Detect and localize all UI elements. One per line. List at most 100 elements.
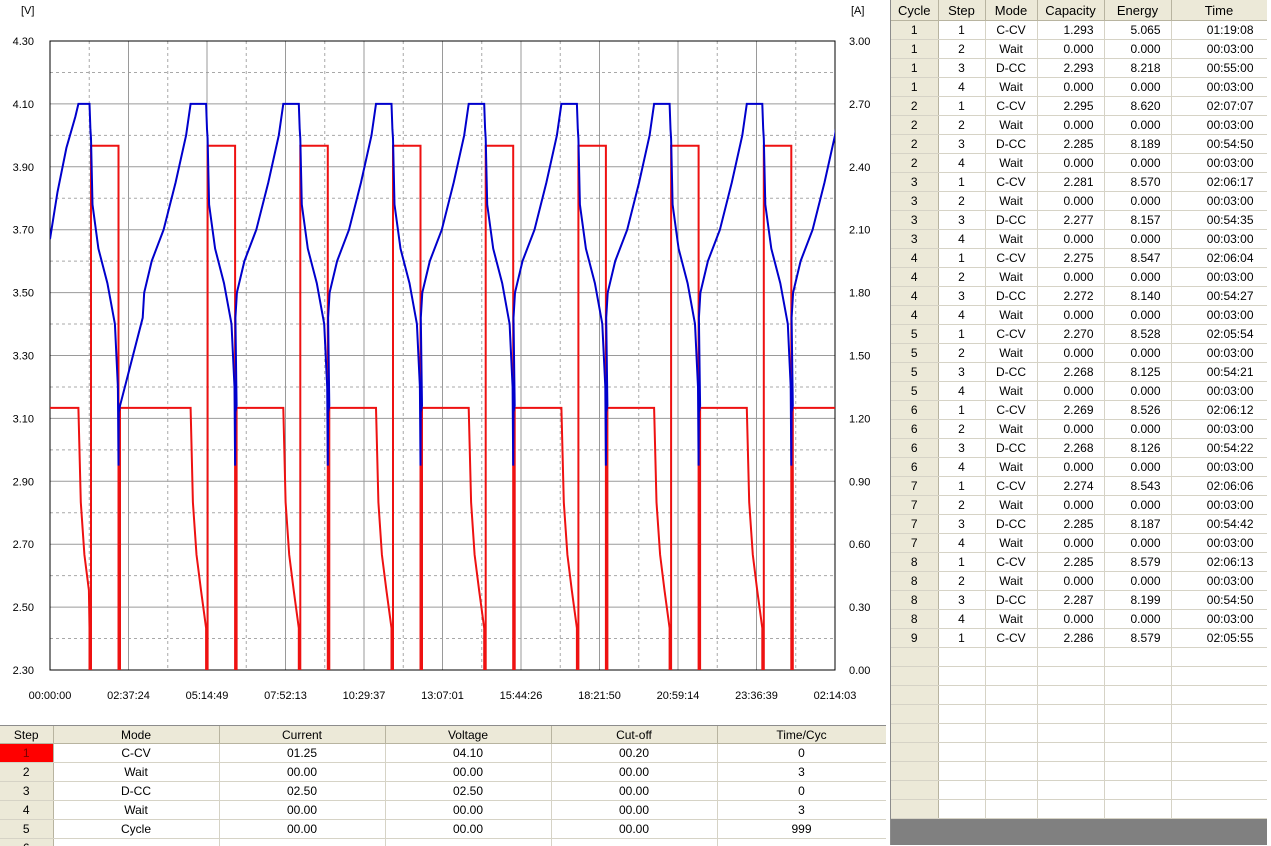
cycle-cell-empty (1037, 743, 1104, 762)
step-cell-time-cyc[interactable]: 3 (717, 763, 886, 782)
step-cell-voltage[interactable]: 02.50 (385, 782, 551, 801)
cycle-table-header-capacity[interactable]: Capacity (1037, 0, 1104, 21)
step-cell-step[interactable]: 5 (0, 820, 53, 839)
step-table-header-step[interactable]: Step (0, 726, 53, 744)
cycle-panel-footer (891, 819, 1267, 845)
cycle-row[interactable]: 91C-CV2.2868.57902:05:55 (891, 629, 1267, 648)
cycle-table-header-mode[interactable]: Mode (985, 0, 1037, 21)
step-cell-current[interactable]: 01.25 (219, 744, 385, 763)
step-cell-time-cyc[interactable]: 0 (717, 744, 886, 763)
cycle-cell-energy: 0.000 (1104, 268, 1171, 287)
right-axis-unit-label: [A] (851, 5, 864, 17)
cycle-cell-cycle: 6 (891, 420, 938, 439)
step-cell-mode[interactable]: C-CV (53, 744, 219, 763)
cycle-row[interactable]: 52Wait0.0000.00000:03:00 (891, 344, 1267, 363)
step-cell-mode[interactable]: Wait (53, 801, 219, 820)
step-cell-cut-off[interactable]: 00.20 (551, 744, 717, 763)
step-row[interactable]: 2Wait00.0000.0000.003 (0, 763, 886, 782)
cycle-cell-empty (1104, 781, 1171, 800)
step-cell-current[interactable]: 00.00 (219, 801, 385, 820)
step-table-header-time-cyc[interactable]: Time/Cyc (717, 726, 886, 744)
step-cell-time-cyc[interactable]: 0 (717, 782, 886, 801)
cycle-row[interactable]: 72Wait0.0000.00000:03:00 (891, 496, 1267, 515)
step-cell-cut-off[interactable]: 00.00 (551, 763, 717, 782)
cycle-row[interactable]: 83D-CC2.2878.19900:54:50 (891, 591, 1267, 610)
step-cell-step[interactable]: 2 (0, 763, 53, 782)
cycle-row[interactable]: 14Wait0.0000.00000:03:00 (891, 78, 1267, 97)
cycle-row[interactable]: 81C-CV2.2858.57902:06:13 (891, 553, 1267, 572)
cycle-cell-energy: 0.000 (1104, 458, 1171, 477)
step-row[interactable]: 5Cycle00.0000.0000.00999 (0, 820, 886, 839)
cycle-table-header: CycleStepModeCapacityEnergyTime (891, 0, 1267, 21)
step-cell-time-cyc[interactable]: 999 (717, 820, 886, 839)
cycle-table-header-cycle[interactable]: Cycle (891, 0, 938, 21)
cycle-row[interactable]: 64Wait0.0000.00000:03:00 (891, 458, 1267, 477)
cycle-row[interactable]: 23D-CC2.2858.18900:54:50 (891, 135, 1267, 154)
step-cell-current[interactable]: 02.50 (219, 782, 385, 801)
cycle-row[interactable]: 24Wait0.0000.00000:03:00 (891, 154, 1267, 173)
cycle-cell-time: 00:54:22 (1171, 439, 1267, 458)
step-row[interactable]: 3D-CC02.5002.5000.000 (0, 782, 886, 801)
step-cell-step[interactable]: 4 (0, 801, 53, 820)
step-cell-mode[interactable]: Wait (53, 763, 219, 782)
cycle-cell-energy: 8.579 (1104, 553, 1171, 572)
cycle-cell-energy: 8.126 (1104, 439, 1171, 458)
right-axis-tick-label: 2.10 (849, 225, 870, 237)
step-cell-voltage[interactable]: 00.00 (385, 801, 551, 820)
step-cell-voltage[interactable]: 04.10 (385, 744, 551, 763)
cycle-row[interactable]: 84Wait0.0000.00000:03:00 (891, 610, 1267, 629)
cycle-row[interactable]: 42Wait0.0000.00000:03:00 (891, 268, 1267, 287)
cycle-cell-energy: 8.125 (1104, 363, 1171, 382)
step-cell-voltage[interactable]: 00.00 (385, 763, 551, 782)
cycle-cell-energy: 0.000 (1104, 230, 1171, 249)
cycle-cell-mode: Wait (985, 40, 1037, 59)
step-cell-mode[interactable]: Cycle (53, 820, 219, 839)
cycle-row[interactable]: 54Wait0.0000.00000:03:00 (891, 382, 1267, 401)
step-row[interactable]: 1C-CV01.2504.1000.200 (0, 744, 886, 763)
cycle-row[interactable]: 61C-CV2.2698.52602:06:12 (891, 401, 1267, 420)
cycle-table-header-step[interactable]: Step (938, 0, 985, 21)
step-cell-cut-off[interactable]: 00.00 (551, 801, 717, 820)
cycle-row[interactable]: 11C-CV1.2935.06501:19:08 (891, 21, 1267, 40)
cycle-row[interactable]: 51C-CV2.2708.52802:05:54 (891, 325, 1267, 344)
cycle-row[interactable]: 62Wait0.0000.00000:03:00 (891, 420, 1267, 439)
cycle-row[interactable]: 34Wait0.0000.00000:03:00 (891, 230, 1267, 249)
cycle-row[interactable]: 21C-CV2.2958.62002:07:07 (891, 97, 1267, 116)
step-table-header-voltage[interactable]: Voltage (385, 726, 551, 744)
cycle-table-header-time[interactable]: Time (1171, 0, 1267, 21)
cycle-row[interactable]: 33D-CC2.2778.15700:54:35 (891, 211, 1267, 230)
cycle-row[interactable]: 63D-CC2.2688.12600:54:22 (891, 439, 1267, 458)
step-cell-cut-off[interactable]: 00.00 (551, 820, 717, 839)
cycle-row[interactable]: 71C-CV2.2748.54302:06:06 (891, 477, 1267, 496)
step-cell-mode[interactable]: D-CC (53, 782, 219, 801)
cycle-row[interactable]: 74Wait0.0000.00000:03:00 (891, 534, 1267, 553)
step-table-header-cut-off[interactable]: Cut-off (551, 726, 717, 744)
step-row[interactable]: 4Wait00.0000.0000.003 (0, 801, 886, 820)
step-cell-current[interactable]: 00.00 (219, 820, 385, 839)
cycle-row[interactable]: 73D-CC2.2858.18700:54:42 (891, 515, 1267, 534)
cycle-cell-empty (938, 705, 985, 724)
cycle-row[interactable]: 12Wait0.0000.00000:03:00 (891, 40, 1267, 59)
step-cell-time-cyc[interactable]: 3 (717, 801, 886, 820)
cycle-row[interactable]: 41C-CV2.2758.54702:06:04 (891, 249, 1267, 268)
step-table-header-mode[interactable]: Mode (53, 726, 219, 744)
cycle-cell-empty (891, 667, 938, 686)
cycle-cell-empty (1171, 743, 1267, 762)
step-cell-cut-off[interactable]: 00.00 (551, 782, 717, 801)
step-cell-step[interactable]: 1 (0, 744, 53, 763)
step-cell-step[interactable]: 3 (0, 782, 53, 801)
step-table-header-current[interactable]: Current (219, 726, 385, 744)
cycle-cell-empty (985, 800, 1037, 819)
cycle-row[interactable]: 82Wait0.0000.00000:03:00 (891, 572, 1267, 591)
step-cell-voltage[interactable]: 00.00 (385, 820, 551, 839)
cycle-row[interactable]: 32Wait0.0000.00000:03:00 (891, 192, 1267, 211)
cycle-row[interactable]: 31C-CV2.2818.57002:06:17 (891, 173, 1267, 192)
cycle-row[interactable]: 43D-CC2.2728.14000:54:27 (891, 287, 1267, 306)
cycle-row[interactable]: 22Wait0.0000.00000:03:00 (891, 116, 1267, 135)
cycle-table-header-energy[interactable]: Energy (1104, 0, 1171, 21)
cycle-row[interactable]: 44Wait0.0000.00000:03:00 (891, 306, 1267, 325)
cycle-row[interactable]: 13D-CC2.2938.21800:55:00 (891, 59, 1267, 78)
step-cell-current[interactable]: 00.00 (219, 763, 385, 782)
cycle-cell-capacity: 2.275 (1037, 249, 1104, 268)
cycle-row[interactable]: 53D-CC2.2688.12500:54:21 (891, 363, 1267, 382)
